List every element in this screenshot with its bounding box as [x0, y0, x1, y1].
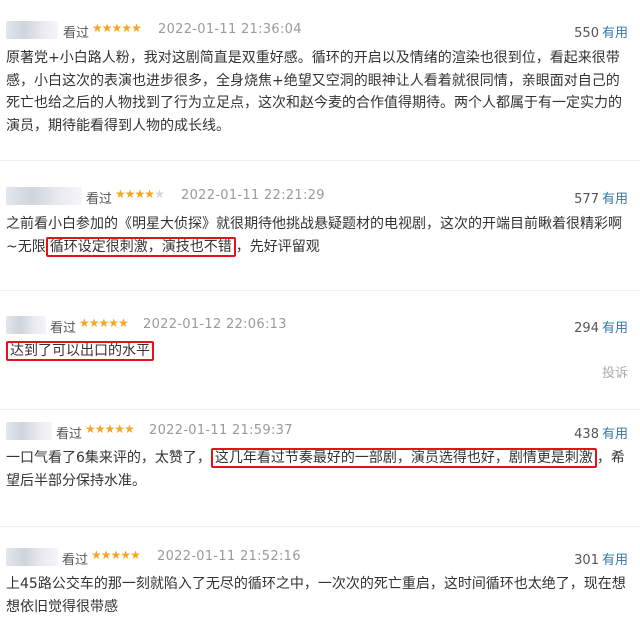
star-icon: ★: [121, 21, 132, 35]
divider: [0, 290, 640, 291]
star-rating: ★★★★★: [85, 422, 135, 436]
review-meta: 看过 ★★★★★ 2022-01-11 22:21:29 577 有用: [0, 186, 640, 208]
star-icon: ★: [85, 422, 96, 436]
review-text: 原著党+小白路人粉，我对这剧简直是双重好感。循环的开启以及情绪的渲染也很到位，看…: [6, 50, 622, 134]
star-icon: ★: [118, 316, 129, 330]
star-icon: ★: [79, 316, 90, 330]
star-icon: ★: [124, 422, 135, 436]
star-rating: ★★★★★: [79, 316, 129, 330]
watch-status: 看过: [62, 553, 89, 568]
watch-status: 看过: [56, 427, 83, 442]
star-rating: ★★★★★: [92, 21, 142, 35]
watch-status: 看过: [86, 192, 113, 207]
useful-votes: 577 有用: [574, 188, 628, 207]
divider: [0, 160, 640, 161]
star-rating: ★★★★★: [115, 187, 165, 201]
review-date: 2022-01-11 22:21:29: [181, 188, 325, 203]
star-icon: ★: [101, 21, 113, 35]
useful-count: 577: [574, 192, 599, 207]
blurred-username[interactable]: [6, 187, 82, 205]
highlight-box: 这几年看过节奏最好的一部剧，演员选得也好，剧情更是刺激: [210, 448, 597, 468]
star-icon: ★: [130, 548, 141, 562]
star-icon: ★: [131, 21, 142, 35]
useful-votes: 550 有用: [574, 22, 628, 41]
useful-button[interactable]: 有用: [602, 26, 628, 41]
star-rating: ★★★★★: [91, 548, 141, 562]
useful-count: 301: [574, 553, 599, 568]
review-meta: 看过 ★★★★★ 2022-01-11 21:59:37 438 有用: [0, 421, 640, 443]
review-date: 2022-01-11 21:52:16: [157, 549, 301, 564]
review-date: 2022-01-12 22:06:13: [143, 317, 287, 332]
useful-button[interactable]: 有用: [602, 427, 628, 442]
star-icon: ★: [115, 187, 126, 201]
blurred-username[interactable]: [6, 422, 52, 440]
useful-count: 438: [574, 427, 599, 442]
report-button[interactable]: 投诉: [602, 362, 628, 381]
divider: [0, 526, 640, 527]
useful-button[interactable]: 有用: [602, 321, 628, 336]
star-icon: ★: [124, 187, 136, 201]
useful-votes: 294 有用: [574, 317, 628, 336]
review-date: 2022-01-11 21:59:37: [149, 423, 293, 438]
review-meta: 看过 ★★★★★ 2022-01-11 21:36:04 550 有用: [0, 20, 640, 42]
star-icon: ★: [154, 187, 165, 201]
divider: [0, 409, 640, 410]
useful-votes: 301 有用: [574, 549, 628, 568]
blurred-username[interactable]: [6, 21, 58, 39]
useful-button[interactable]: 有用: [602, 553, 628, 568]
review-meta: 看过 ★★★★★ 2022-01-11 21:52:16 301 有用: [0, 547, 640, 569]
review-meta: 看过 ★★★★★ 2022-01-12 22:06:13 294 有用: [0, 315, 640, 337]
star-icon: ★: [114, 422, 125, 436]
review-date: 2022-01-11 21:36:04: [158, 22, 302, 37]
star-icon: ★: [98, 316, 110, 330]
useful-count: 550: [574, 26, 599, 41]
blurred-username[interactable]: [6, 316, 46, 334]
review-text-part: 一口气看了6集来评的，太赞了，: [6, 450, 211, 466]
star-icon: ★: [110, 548, 122, 562]
useful-votes: 438 有用: [574, 423, 628, 442]
star-icon: ★: [104, 422, 116, 436]
highlight-box: 达到了可以出口的水平: [6, 341, 154, 361]
highlight-box: 循环设定很刺激，演技也不错: [45, 236, 236, 257]
blurred-username[interactable]: [6, 548, 58, 566]
star-icon: ★: [100, 548, 112, 562]
review-text-part: ，先好评留观: [235, 238, 320, 255]
star-icon: ★: [144, 187, 155, 201]
review-text: 上45路公交车的那一刻就陷入了无尽的循环之中，一次次的死亡重启，这时间循环也太绝…: [6, 576, 626, 615]
star-icon: ★: [88, 316, 100, 330]
star-icon: ★: [91, 548, 102, 562]
star-icon: ★: [111, 21, 123, 35]
review-text: 一口气看了6集来评的，太赞了， 这几年看过节奏最好的一部剧，演员选得也好，剧情更是…: [6, 447, 626, 492]
watch-status: 看过: [50, 321, 77, 336]
review-text: 之前看小白参加的《明星大侦探》就很期待他挑战悬疑题材的电视剧，这次的开端目前瞅着…: [6, 213, 626, 258]
star-icon: ★: [94, 422, 106, 436]
star-icon: ★: [120, 548, 131, 562]
review-text: 达到了可以出口的水平: [6, 340, 626, 363]
star-icon: ★: [108, 316, 119, 330]
watch-status: 看过: [63, 26, 90, 41]
star-icon: ★: [134, 187, 146, 201]
useful-button[interactable]: 有用: [602, 192, 628, 207]
star-icon: ★: [92, 21, 103, 35]
useful-count: 294: [574, 321, 599, 336]
